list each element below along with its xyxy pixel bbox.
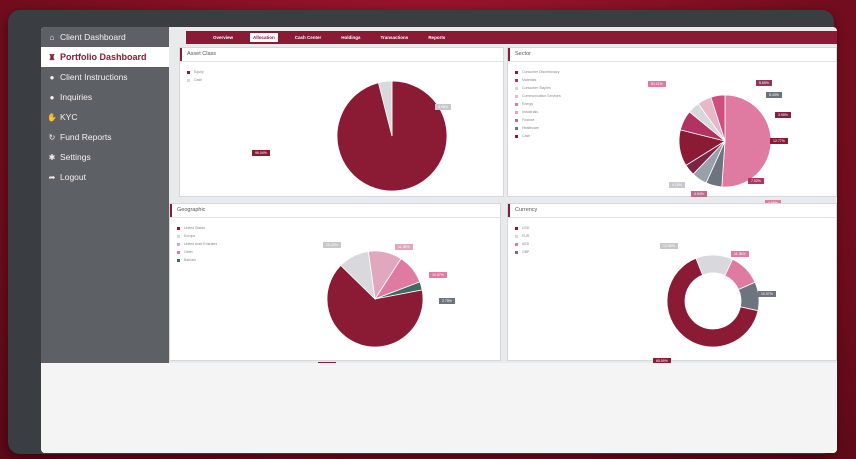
sidebar-item-label: Client Dashboard <box>60 32 126 42</box>
sidebar: ⌂ Client Dashboard ♜ Portfolio Dashboard ● Cl… <box>41 27 169 363</box>
data-label: 10.07% <box>758 291 776 297</box>
sidebar-item-client-instructions[interactable]: ● Client Instructions <box>41 67 169 87</box>
panel-title: Geographic <box>177 207 206 213</box>
sidebar-item-client-dashboard[interactable]: ⌂ Client Dashboard <box>41 27 169 47</box>
tab-overview[interactable]: Overview <box>210 33 236 42</box>
refresh-icon: ↻ <box>48 132 56 142</box>
currency-panel: Currency USD EUR AED GBP 11.36% 10.07% 65.59%… <box>507 203 837 364</box>
sidebar-item-label: Settings <box>60 152 91 162</box>
instructions-icon: ● <box>49 72 55 82</box>
data-label: 3.95% <box>775 112 791 118</box>
sidebar-item-label: Fund Reports <box>60 132 112 142</box>
bank-icon: ♜ <box>48 52 56 62</box>
sidebar-item-settings[interactable]: ✱ Settings <box>41 147 169 167</box>
screen: ⌂ Client Dashboard ♜ Portfolio Dashboard ● Cl… <box>41 27 837 453</box>
gear-icon: ✱ <box>48 152 56 162</box>
sidebar-item-logout[interactable]: ➦ Logout <box>41 167 169 187</box>
sidebar-item-inquiries[interactable]: ● Inquiries <box>41 87 169 107</box>
tab-holdings[interactable]: Holdings <box>338 33 363 42</box>
data-label: 5.65% <box>756 80 772 86</box>
sidebar-item-label: Client Instructions <box>60 72 128 82</box>
pie-chart <box>336 80 448 192</box>
data-label: 4.18% <box>669 182 685 188</box>
panel-title: Currency <box>515 207 538 213</box>
sidebar-item-label: KYC <box>60 112 78 122</box>
chat-bubble-icon: ● <box>49 92 55 102</box>
sidebar-item-label: Portfolio Dashboard <box>60 52 147 62</box>
logout-icon: ➦ <box>48 172 56 182</box>
data-label: 96.04% <box>252 150 270 156</box>
sidebar-item-fund-reports[interactable]: ↻ Fund Reports <box>41 127 169 147</box>
sidebar-item-label: Inquiries <box>60 92 93 102</box>
data-label: 12.77% <box>770 138 788 144</box>
pie-slice-communication-services[interactable] <box>721 94 772 188</box>
data-label: 11.36% <box>731 251 749 257</box>
tab-reports[interactable]: Reports <box>425 33 448 42</box>
tab-cash-center[interactable]: Cash Center <box>292 33 325 42</box>
data-label: 3.96% <box>435 104 451 110</box>
sidebar-item-portfolio-dashboard[interactable]: ♜ Portfolio Dashboard <box>41 47 169 67</box>
donut-chart <box>666 254 760 348</box>
asset-class-panel: Asset Class Equity Cash 96.04% 3.96% <box>179 47 504 197</box>
pie-chart <box>326 250 424 348</box>
data-label: 10.07% <box>429 272 447 278</box>
data-label: 10.42% <box>323 242 341 248</box>
top-nav-bar: Overview Allocation Cash Center Holdings Tra… <box>186 31 837 44</box>
house-icon: ⌂ <box>49 32 55 42</box>
data-label: 2.78% <box>439 298 455 304</box>
data-label: 4.94% <box>691 191 707 197</box>
pie-chart <box>678 94 772 188</box>
panel-title: Sector <box>515 51 531 57</box>
handshake-icon: ✋ <box>47 112 57 122</box>
tab-transactions[interactable]: Transactions <box>378 33 412 42</box>
geographic-panel: Geographic United States Europe United Ara… <box>169 203 501 368</box>
panel-title: Asset Class <box>187 51 217 57</box>
monitor-bezel: ⌂ Client Dashboard ♜ Portfolio Dashboard ● Cl… <box>8 10 837 454</box>
data-label: 12.98% <box>660 243 678 249</box>
data-label: 5.43% <box>766 92 782 98</box>
sidebar-item-label: Logout <box>60 172 86 182</box>
data-label: 51.11% <box>648 81 666 87</box>
sidebar-item-kyc[interactable]: ✋ KYC <box>41 107 169 127</box>
page-footer-area <box>41 363 837 453</box>
data-label: 11.35% <box>395 244 413 250</box>
data-label: 7.02% <box>748 178 764 184</box>
sector-panel: Sector Consumer Discretionary Materials Co… <box>507 47 837 206</box>
tab-allocation[interactable]: Allocation <box>250 33 278 42</box>
